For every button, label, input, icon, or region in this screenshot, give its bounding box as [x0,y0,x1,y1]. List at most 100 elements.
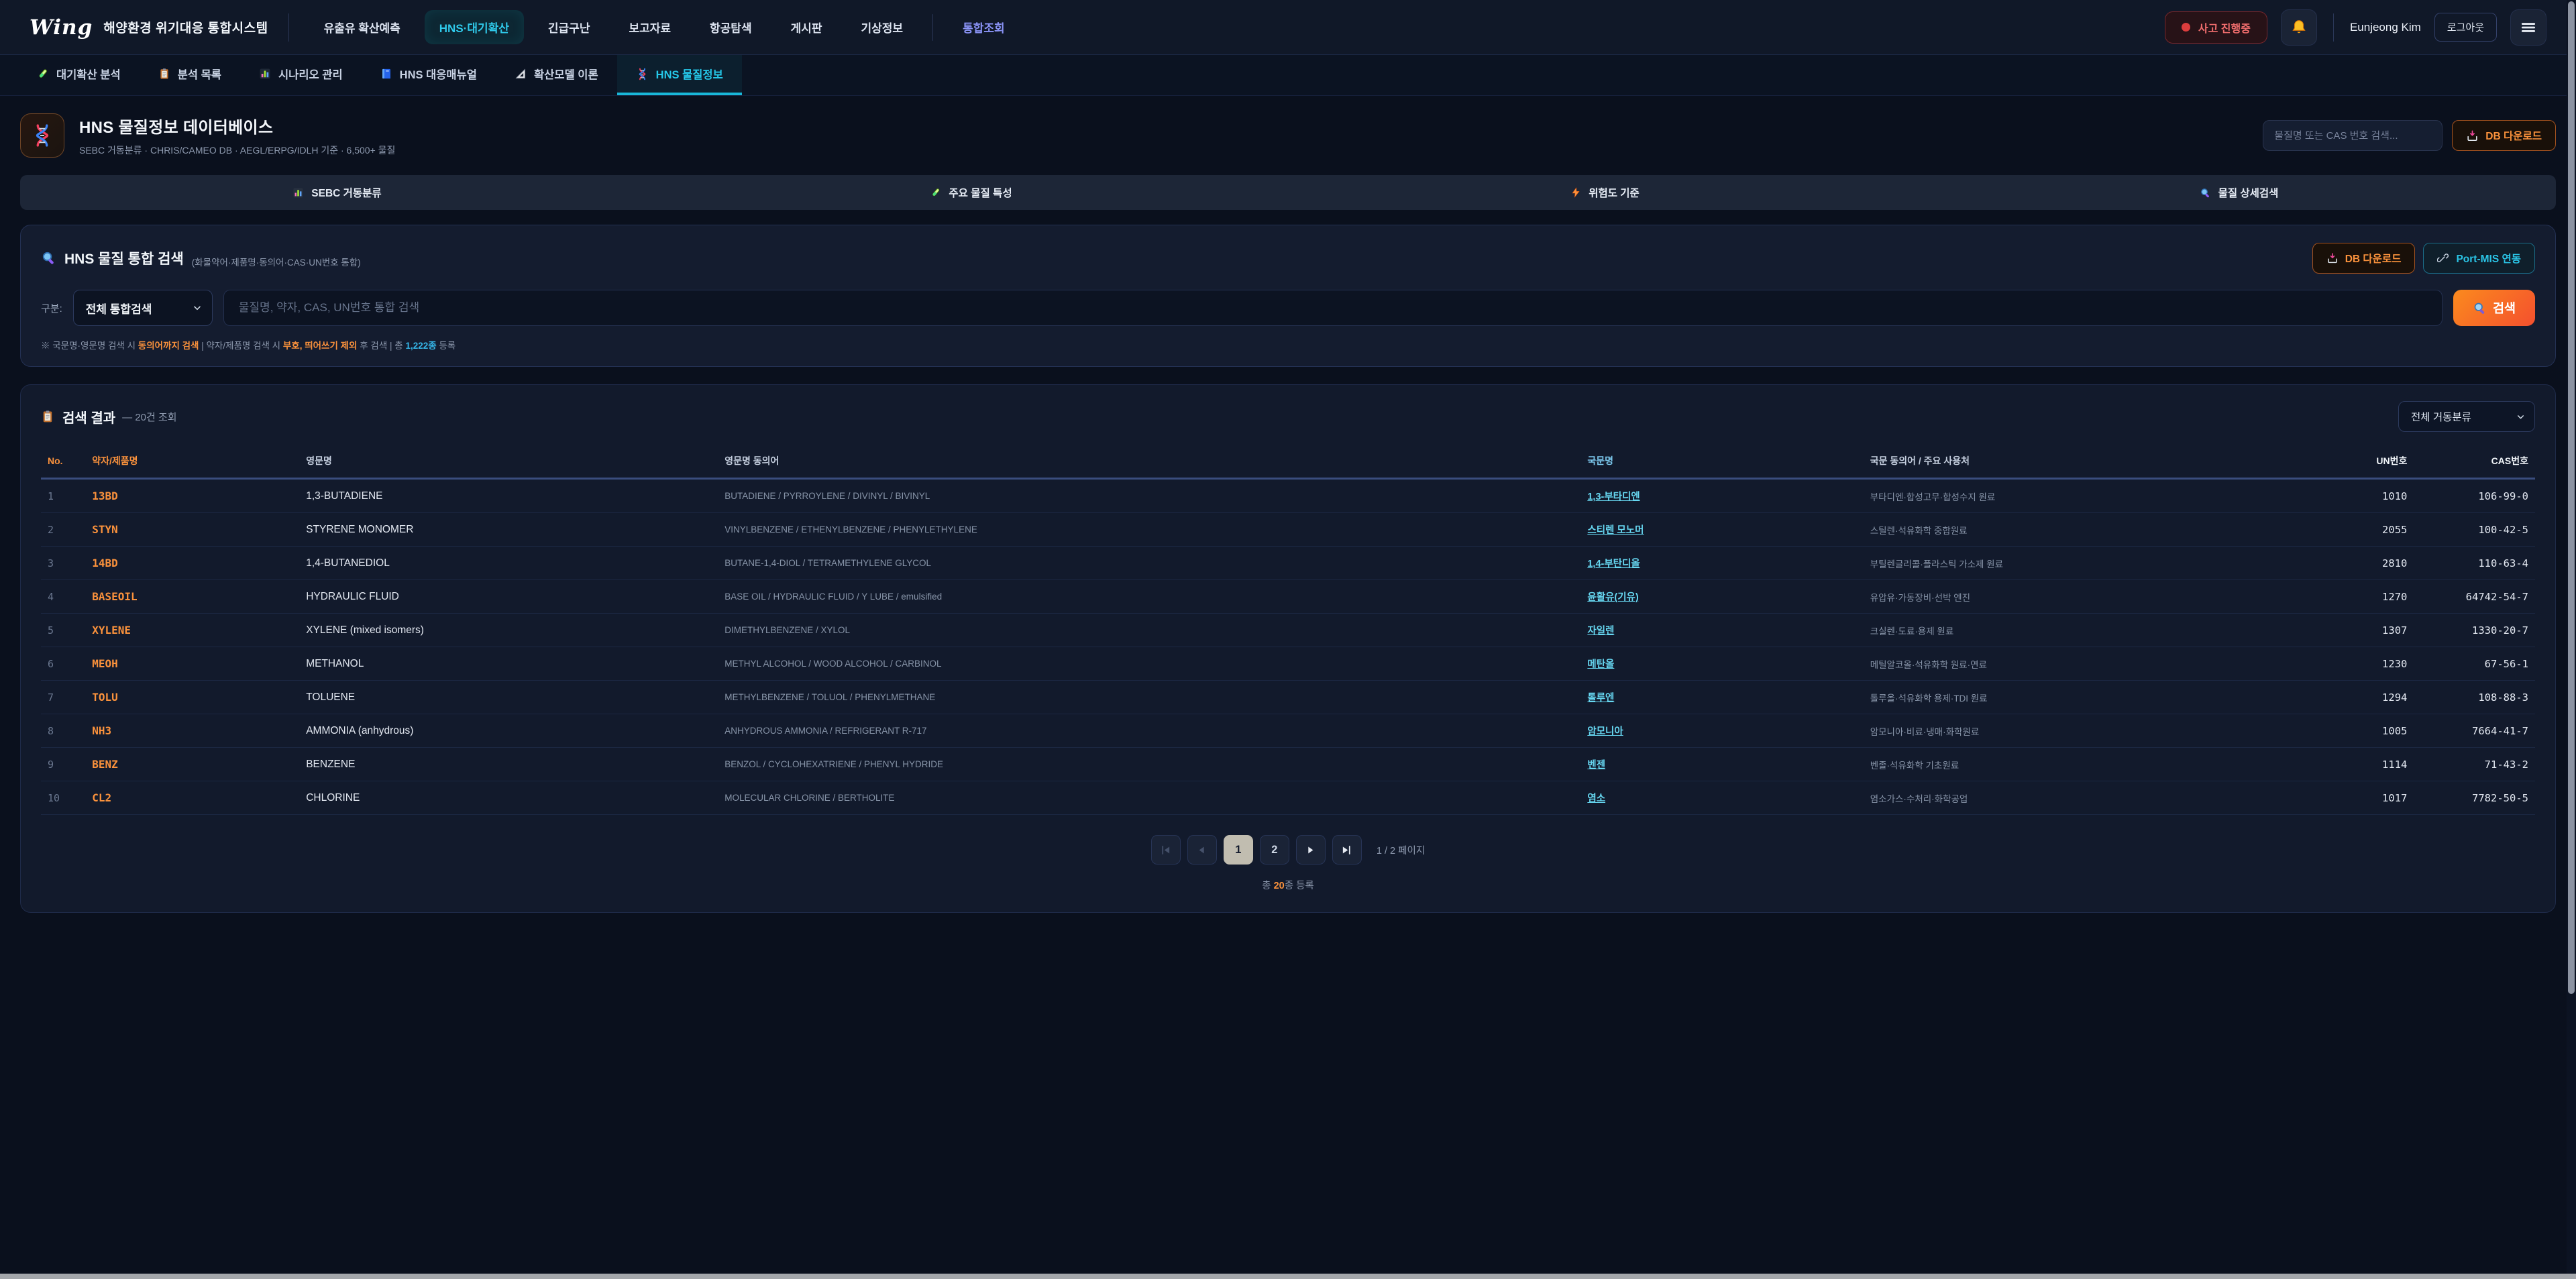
substance-row[interactable]: 5 XYLENE XYLENE (mixed isomers) DIMETHYL… [41,614,2535,647]
substance-abbr: 14BD [85,547,299,580]
tab-scenario-management[interactable]: 시나리오 관리 [240,55,362,95]
chevron-down-icon [2516,412,2526,422]
bell-icon [2290,19,2308,36]
substance-cas-number: 7664-41-7 [2414,714,2535,748]
divider [932,14,933,41]
quick-link-properties[interactable]: 주요 물질 특성 [654,175,1288,210]
substance-row[interactable]: 7 TOLU TOLUENE METHYLBENZENE / TOLUOL / … [41,681,2535,714]
first-page-icon [1160,844,1171,856]
substance-korean-name-link[interactable]: 스티렌 모노머 [1587,525,1644,536]
tab-analysis-list[interactable]: 분석 목록 [140,55,240,95]
substance-row[interactable]: 8 NH3 AMMONIA (anhydrous) ANHYDROUS AMMO… [41,714,2535,748]
substance-row[interactable]: 10 CL2 CHLORINE MOLECULAR CHLORINE / BER… [41,781,2535,815]
substance-abbr: 13BD [85,479,299,513]
nav-item-weather[interactable]: 기상정보 [847,10,918,44]
tab-hns-manual[interactable]: HNS 대응매뉴얼 [362,55,496,95]
behavior-class-filter-value: 전체 거동분류 [2411,409,2471,424]
user-name: Eunjeong Kim [2350,21,2421,34]
db-download-button[interactable]: DB 다운로드 [2452,120,2556,151]
substance-korean-name-link[interactable]: 1,3-부타디엔 [1587,492,1640,502]
tab-label: HNS 물질정보 [656,66,723,82]
db-download-button[interactable]: DB 다운로드 [2312,243,2416,274]
menu-button[interactable] [2510,9,2546,46]
nav-item-oil-spill[interactable]: 유출유 확산예측 [309,10,415,44]
row-number: 5 [41,614,85,647]
search-card-actions: DB 다운로드 Port-MIS 연동 [2312,243,2535,274]
substance-korean-name-cell: 암모니아 [1580,714,1863,748]
col-no: No. [41,444,85,479]
substance-korean-name-cell: 톨루엔 [1580,681,1863,714]
nav-item-board[interactable]: 게시판 [776,10,837,44]
logout-button[interactable]: 로그아웃 [2434,13,2497,42]
nav-item-hns-dispersion[interactable]: HNS·대기확산 [425,10,524,44]
first-page-button[interactable] [1151,835,1181,865]
behavior-class-filter[interactable]: 전체 거동분류 [2398,401,2535,432]
substance-korean-name-link[interactable]: 염소 [1587,793,1605,804]
substance-english-synonyms: MOLECULAR CHLORINE / BERTHOLITE [718,781,1580,815]
top-bar-right: 사고 진행중 Eunjeong Kim 로그아웃 [2165,9,2546,46]
tab-label: 확산모델 이론 [534,66,598,82]
dna-icon [20,113,64,158]
horizontal-scrollbar[interactable] [0,1274,2576,1279]
nav-item-integrated-search[interactable]: 통합조회 [948,10,1020,44]
col-abbr: 약자/제품명 [85,444,299,479]
previous-page-button[interactable] [1187,835,1217,865]
quick-link-risk-criteria[interactable]: 위험도 기준 [1288,175,1922,210]
substance-abbr: NH3 [85,714,299,748]
substance-row[interactable]: 6 MEOH METHANOL METHYL ALCOHOL / WOOD AL… [41,647,2535,681]
search-help-note: ※ 국문명·영문명 검색 시 동의어까지 검색 | 약자/제품명 검색 시 부호… [41,338,2535,351]
substance-korean-synonyms: 부틸렌글리콜·플라스틱 가소제 원료 [1864,547,2320,580]
substance-row[interactable]: 4 BASEOIL HYDRAULIC FLUID BASE OIL / HYD… [41,580,2535,614]
page-2-button[interactable]: 2 [1260,835,1289,865]
last-page-button[interactable] [1332,835,1362,865]
substance-un-number: 1230 [2320,647,2414,681]
substance-korean-synonyms: 암모니아·비료·냉매·화학원료 [1864,714,2320,748]
note-text: 등록 [437,341,456,351]
tab-hns-substance-info[interactable]: HNS 물질정보 [617,55,742,95]
nav-item-rescue[interactable]: 긴급구난 [533,10,605,44]
substance-korean-name-cell: 염소 [1580,781,1863,815]
substance-korean-name-link[interactable]: 1,4-부탄디올 [1587,559,1640,569]
substance-korean-name-link[interactable]: 벤젠 [1587,760,1605,771]
page-1-button[interactable]: 1 [1224,835,1253,865]
search-card-title-wrap: HNS 물질 통합 검색 (화물약어·제품명·동의어·CAS·UN번호 통합) [41,248,361,269]
top-bar: Wing 해양환경 위기대응 통합시스템 유출유 확산예측 HNS·대기확산 긴… [0,0,2576,55]
substance-korean-name-link[interactable]: 암모니아 [1587,726,1623,737]
portmis-link-button[interactable]: Port-MIS 연동 [2423,243,2535,274]
search-submit-button[interactable]: 검색 [2453,290,2535,326]
nav-item-reports[interactable]: 보고자료 [614,10,686,44]
nav-item-air-search[interactable]: 항공탐색 [695,10,767,44]
substance-row[interactable]: 3 14BD 1,4-BUTANEDIOL BUTANE-1,4-DIOL / … [41,547,2535,580]
substance-english-synonyms: BASE OIL / HYDRAULIC FLUID / Y LUBE / em… [718,580,1580,614]
substance-cas-number: 7782-50-5 [2414,781,2535,815]
quick-search-input[interactable] [2263,120,2443,151]
tab-dispersion-analysis[interactable]: 대기확산 분석 [17,55,140,95]
magnifier-icon [2200,187,2211,199]
unified-search-input[interactable] [223,290,2443,326]
tab-label: 분석 목록 [178,66,221,82]
substance-row[interactable]: 1 13BD 1,3-BUTADIENE BUTADIENE / PYRROYL… [41,479,2535,513]
search-type-select[interactable]: 전체 통합검색 [73,290,213,326]
vertical-scrollbar-thumb[interactable] [2568,1,2575,994]
bar-chart-icon [292,187,304,199]
note-highlight: 부호, 띄어쓰기 제외 [283,341,358,351]
quick-link-sebc[interactable]: SEBC 거동분류 [20,175,654,210]
brand: Wing 해양환경 위기대응 통합시스템 [30,15,268,40]
substance-row[interactable]: 9 BENZ BENZENE BENZOL / CYCLOHEXATRIENE … [41,748,2535,781]
substance-korean-name-cell: 스티렌 모노머 [1580,513,1863,547]
substance-korean-name-link[interactable]: 윤활유(기유) [1587,592,1638,603]
substance-english-name: TOLUENE [299,681,718,714]
vertical-scrollbar[interactable] [2567,0,2576,1279]
quick-link-detail-search[interactable]: 물질 상세검색 [1922,175,2556,210]
substance-korean-name-cell: 벤젠 [1580,748,1863,781]
test-tube-icon [36,68,49,80]
note-text: 후 검색 | 총 [357,341,405,351]
tab-dispersion-model-theory[interactable]: 확산모델 이론 [496,55,617,95]
notifications-button[interactable] [2281,9,2317,46]
substance-korean-name-link[interactable]: 자일렌 [1587,626,1614,636]
substance-row[interactable]: 2 STYN STYRENE MONOMER VINYLBENZENE / ET… [41,513,2535,547]
substance-korean-name-link[interactable]: 메탄올 [1587,659,1614,670]
search-card-title-text: HNS 물질 통합 검색 [64,248,184,268]
next-page-button[interactable] [1296,835,1326,865]
substance-korean-name-link[interactable]: 톨루엔 [1587,693,1614,704]
